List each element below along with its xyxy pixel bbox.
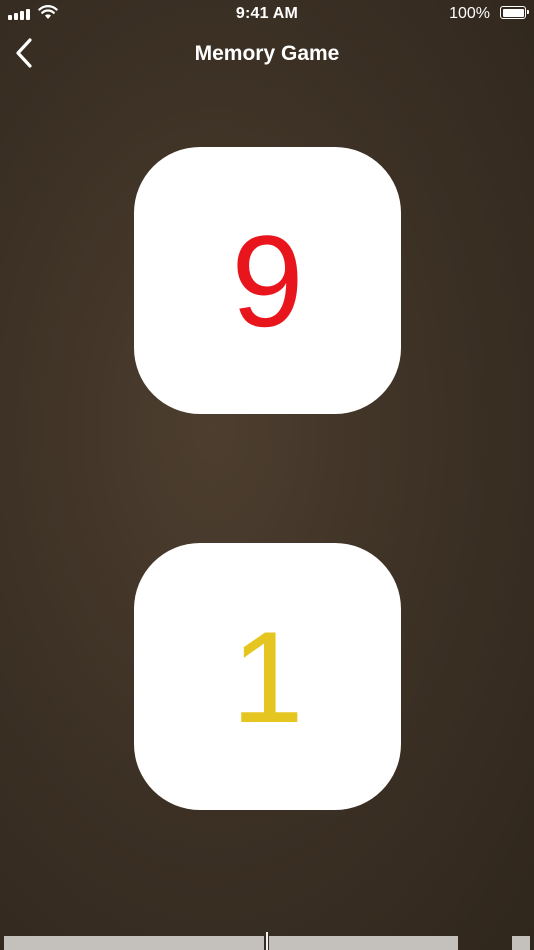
memory-card[interactable]: 9 [134,147,401,414]
status-bar: 9:41 AM 100% [0,0,534,28]
battery-icon [500,6,529,19]
card-number: 1 [231,603,304,750]
memory-card[interactable]: 1 [134,543,401,810]
toolbar-segment-right[interactable] [269,936,458,950]
navigation-bar: Memory Game [0,28,534,80]
battery-percent: 100% [449,5,490,22]
bottom-toolbar [0,932,534,950]
toolbar-divider [266,932,268,950]
toolbar-segment-end[interactable] [512,936,530,950]
toolbar-segment-left[interactable] [4,936,264,950]
page-title: Memory Game [194,42,340,65]
card-number: 9 [231,207,304,354]
